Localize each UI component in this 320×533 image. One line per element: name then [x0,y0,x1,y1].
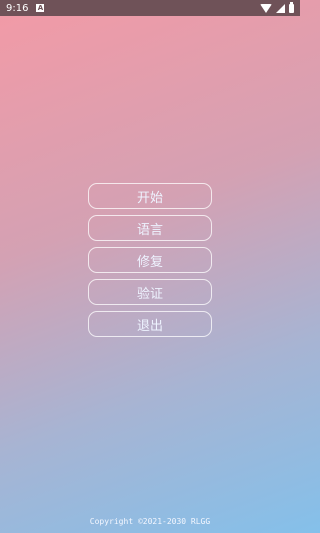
main-menu: 开始 语言 修复 验证 退出 [88,183,212,337]
repair-button[interactable]: 修复 [88,247,212,273]
status-bar: 9:16 A [0,0,300,16]
wifi-icon [260,3,272,13]
language-button[interactable]: 语言 [88,215,212,241]
signal-icon [276,3,285,13]
start-button[interactable]: 开始 [88,183,212,209]
notification-icon: A [36,4,45,12]
battery-icon [289,1,294,13]
exit-button[interactable]: 退出 [88,311,212,337]
verify-button[interactable]: 验证 [88,279,212,305]
copyright-footer: Copyright ©2021-2030 RLGG [89,517,211,526]
status-icons [260,1,294,13]
status-time: 9:16 [6,2,29,14]
